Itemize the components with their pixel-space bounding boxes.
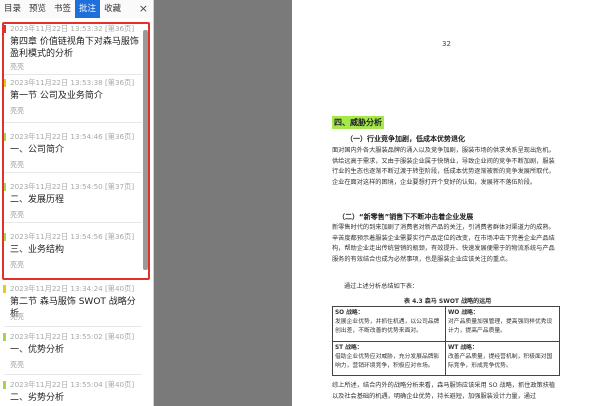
divider [4,326,142,327]
marker-icon [3,381,6,389]
paragraph: 新零售时代的到来加剧了消费者对新产品的关注，引消费者群体对渠道力的成熟。辛苦度都… [332,224,555,263]
cell-text: 借助企业优势应对威胁，充分发展品牌影响力，营销环境竞争，积极应对市场。 [335,354,440,369]
annotation-author: 亮亮 [10,361,24,369]
close-icon[interactable]: × [139,2,148,16]
annotation-title: 第二节 森马服饰 SWOT 战略分析 [10,297,136,319]
tab-favorites[interactable]: 收藏 [100,0,125,18]
annotation-title: 一、公司简介 [10,145,65,155]
document-page: 32 四、威胁分析 （一）行业竞争加剧，低成本优势退化 面对国内外各大服装品牌的… [292,0,600,406]
annotation-meta: 2023年11月22日 13:55:04 [第40页] [10,380,135,389]
annotation-author: 亮亮 [10,313,24,321]
sidebar-scrollbar[interactable] [143,30,148,270]
tab-bookmarks[interactable]: 书签 [50,0,75,18]
swot-cell-st: ST 战略： 借助企业优势应对威胁，充分发展品牌影响力，营销环境竞争，积极应对市… [333,342,445,373]
annotation-author: 亮亮 [10,261,24,269]
annotation-title: 第四章 价值链视角下对森马服饰盈利模式的分析 [10,37,139,59]
annotation-meta: 2023年11月22日 13:55:02 [第40页] [10,332,135,341]
section-title: （一）行业竞争加剧，低成本优势退化 [346,135,465,143]
reader-window: 目录 预览 书签 批注 收藏 × 2023年11月22日 13:53:32 [第… [0,0,600,406]
annotation-meta: 2023年11月22日 13:34:24 [第40页] [10,284,135,293]
cell-label: WT 战略： [448,345,478,351]
annotation-author: 亮亮 [10,211,24,219]
paragraph: 通过上述分析总结如下表： [344,283,419,290]
annotation-item[interactable]: 2023年11月22日 13:54:56 [第36页] 三、业务结构 亮亮 [0,232,146,272]
annotation-sidebar: 目录 预览 书签 批注 收藏 × 2023年11月22日 13:53:32 [第… [0,0,154,406]
annotation-item[interactable]: 2023年11月22日 13:34:24 [第40页] 第二节 森马服饰 SWO… [0,284,146,324]
page-number: 32 [442,40,451,48]
annotation-title: 二、劣势分析 [10,393,65,403]
marker-icon [3,79,6,87]
cell-text: 对产品质量加强管理，提高强同样优秀设计力，提高产品质量。 [448,319,553,334]
annotation-meta: 2023年11月22日 13:53:32 [第36页] [10,24,135,33]
sidebar-tabs: 目录 预览 书签 批注 收藏 × [0,0,153,18]
annotation-title: 二、发展历程 [10,195,65,205]
divider [4,122,142,123]
marker-icon [3,333,6,341]
marker-icon [3,183,6,191]
paragraph: 面对国内外各大服装品牌的涌入以及竞争加剧，服装市场的供求关系呈现出危机，供给远高… [332,147,555,186]
paragraph: 综上所述，结合内外的战略分析来看，森马服饰应该采用 SO 战略，抓住政策扶植以及… [332,382,556,400]
cell-label: SO 战略： [335,310,364,316]
annotation-meta: 2023年11月22日 13:54:50 [第37页] [10,182,135,191]
divider [4,74,142,75]
swot-cell-wo: WO 战略： 对产品质量加强管理，提高强同样优秀设计力，提高产品质量。 [446,307,559,338]
cell-text: 发展企业优势，并抓住机遇，以公司品牌创出差，不断改善的优势来面对。 [335,319,440,334]
annotation-item[interactable]: 2023年11月22日 13:55:02 [第40页] 一、优势分析 亮亮 [0,332,146,372]
marker-icon [3,25,6,33]
annotation-item[interactable]: 2023年11月22日 13:53:38 [第36页] 第一节 公司及业务简介 … [0,78,146,118]
marker-icon [3,233,6,241]
divider [4,172,142,173]
tab-toc[interactable]: 目录 [0,0,25,18]
annotation-author: 亮亮 [10,63,24,71]
table-caption: 表 4.3 森马 SWOT 战略的运用 [404,298,492,305]
cell-label: WO 战略： [448,310,479,316]
cell-text: 改善产品质量，提经营机制，积极面对国际竞争，形成竞争优势。 [448,354,553,369]
cell-label: ST 战略： [335,345,363,351]
marker-icon [3,133,6,141]
annotation-meta: 2023年11月22日 13:53:38 [第36页] [10,78,135,87]
swot-table: SO 战略： 发展企业优势，并抓住机遇，以公司品牌创出差，不断改善的优势来面对。… [332,306,560,376]
annotation-item[interactable]: 2023年11月22日 13:53:32 [第36页] 第四章 价值链视角下对森… [0,24,146,71]
swot-cell-so: SO 战略： 发展企业优势，并抓住机遇，以公司品牌创出差，不断改善的优势来面对。 [333,307,445,338]
annotation-author: 亮亮 [10,161,24,169]
highlighted-heading[interactable]: 四、威胁分析 [332,116,384,129]
divider [4,222,142,223]
tab-preview[interactable]: 预览 [25,0,50,18]
annotation-meta: 2023年11月22日 13:54:46 [第36页] [10,132,135,141]
divider [4,374,142,375]
tab-annotations[interactable]: 批注 [75,0,101,18]
annotation-item[interactable]: 2023年11月22日 13:54:50 [第37页] 二、发展历程 亮亮 [0,182,146,222]
marker-icon [3,285,6,293]
section-title: （二）“新零售”销售下不断冲击着企业发展 [338,213,474,221]
annotation-author: 亮亮 [10,107,24,115]
annotation-title: 三、业务结构 [10,245,65,255]
annotation-title: 第一节 公司及业务简介 [10,91,103,101]
annotation-item[interactable]: 2023年11月22日 13:55:04 [第40页] 二、劣势分析 亮亮 [0,380,146,406]
annotation-item[interactable]: 2023年11月22日 13:54:46 [第36页] 一、公司简介 亮亮 [0,132,146,172]
annotation-title: 一、优势分析 [10,345,65,355]
swot-cell-wt: WT 战略： 改善产品质量，提经营机制，积极面对国际竞争，形成竞争优势。 [446,342,559,373]
annotation-meta: 2023年11月22日 13:54:56 [第36页] [10,232,135,241]
